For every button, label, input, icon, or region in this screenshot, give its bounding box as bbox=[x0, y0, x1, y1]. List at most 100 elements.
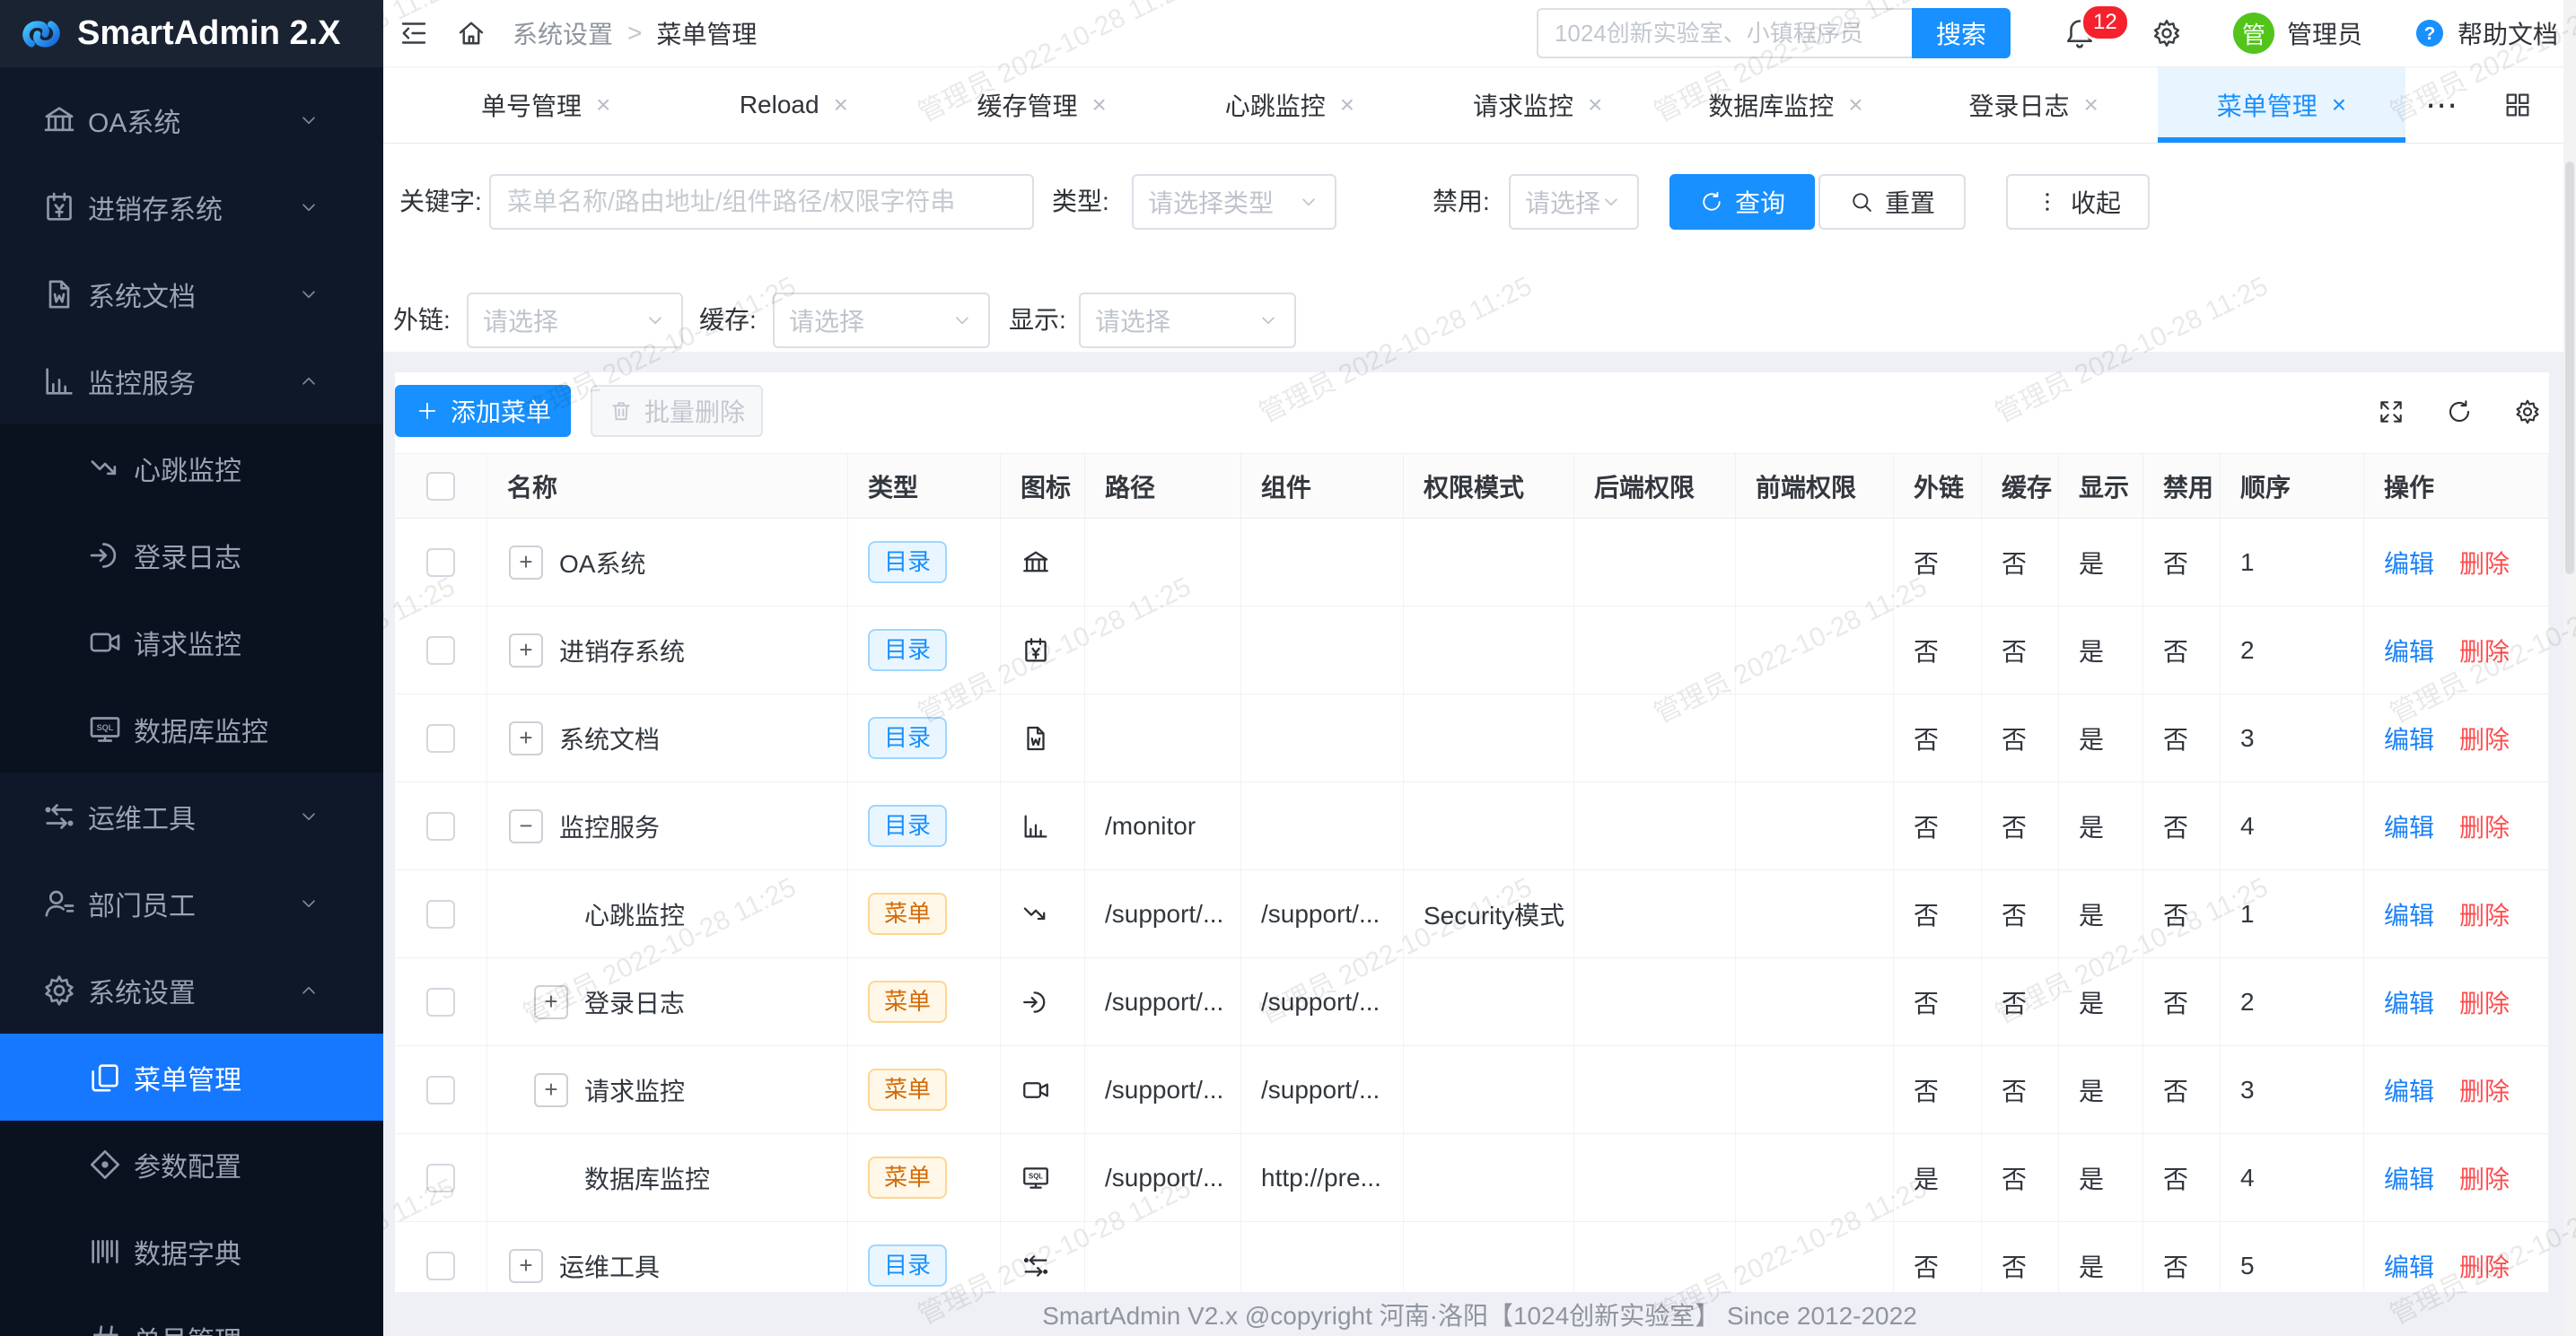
sidebar-item[interactable]: 菜单管理 bbox=[0, 1034, 383, 1121]
sidebar-item[interactable]: 参数配置 bbox=[0, 1121, 383, 1208]
cell-backend-perm bbox=[1574, 958, 1736, 1045]
edit-link[interactable]: 编辑 bbox=[2384, 1072, 2434, 1108]
sidebar-item[interactable]: 单号管理 bbox=[0, 1295, 383, 1336]
add-menu-button[interactable]: 添加菜单 bbox=[395, 385, 571, 437]
tab-close-icon[interactable]: × bbox=[1848, 91, 1862, 119]
help-link[interactable]: 帮助文档 bbox=[2413, 15, 2558, 51]
sidebar-item[interactable]: 请求监控 bbox=[0, 598, 383, 685]
delete-link[interactable]: 删除 bbox=[2459, 808, 2510, 844]
delete-link[interactable]: 删除 bbox=[2459, 1248, 2510, 1284]
delete-link[interactable]: 删除 bbox=[2459, 633, 2510, 668]
edit-link[interactable]: 编辑 bbox=[2384, 545, 2434, 581]
row-expand-toggle[interactable]: − bbox=[509, 809, 543, 843]
row-checkbox[interactable] bbox=[426, 1252, 455, 1280]
edit-link[interactable]: 编辑 bbox=[2384, 1160, 2434, 1196]
fullscreen-icon[interactable] bbox=[2377, 397, 2405, 426]
delete-link[interactable]: 删除 bbox=[2459, 896, 2510, 932]
edit-link[interactable]: 编辑 bbox=[2384, 808, 2434, 844]
row-expand-toggle[interactable]: + bbox=[509, 546, 543, 580]
disabled-select[interactable]: 请选择 bbox=[1509, 174, 1639, 230]
tab[interactable]: 数据库监控 × bbox=[1661, 67, 1909, 143]
query-button[interactable]: 查询 bbox=[1669, 174, 1815, 230]
sidebar-item[interactable]: 数据字典 bbox=[0, 1208, 383, 1295]
sidebar-item[interactable]: 进销存系统 bbox=[0, 163, 383, 250]
row-expand-toggle[interactable]: + bbox=[509, 721, 543, 755]
user-menu[interactable]: 管 管理员 bbox=[2233, 13, 2362, 54]
settings-gear-icon[interactable] bbox=[2151, 17, 2183, 49]
home-icon[interactable] bbox=[455, 17, 487, 49]
notifications[interactable]: 12 bbox=[2063, 16, 2097, 50]
delete-link[interactable]: 删除 bbox=[2459, 1160, 2510, 1196]
tab[interactable]: 菜单管理 × bbox=[2158, 67, 2405, 143]
scrollbar-thumb[interactable] bbox=[2565, 162, 2574, 574]
sidebar-item[interactable]: OA系统 bbox=[0, 76, 383, 163]
delete-link[interactable]: 删除 bbox=[2459, 545, 2510, 581]
tab-close-icon[interactable]: × bbox=[1091, 91, 1106, 119]
tab[interactable]: Reload × bbox=[670, 67, 917, 143]
more-tabs-button[interactable]: ⋯ bbox=[2405, 67, 2477, 143]
row-checkbox[interactable] bbox=[426, 724, 455, 753]
sidebar-item[interactable]: 监控服务 bbox=[0, 337, 383, 424]
row-checkbox[interactable] bbox=[426, 1076, 455, 1105]
tab-layout-button[interactable] bbox=[2477, 67, 2558, 143]
sidebar-item[interactable]: 数据库监控 bbox=[0, 685, 383, 773]
cell-perm-mode bbox=[1404, 519, 1574, 606]
delete-link[interactable]: 删除 bbox=[2459, 720, 2510, 756]
delete-link[interactable]: 删除 bbox=[2459, 1072, 2510, 1108]
sidebar-item[interactable]: 运维工具 bbox=[0, 773, 383, 860]
tab-close-icon[interactable]: × bbox=[596, 91, 610, 119]
row-checkbox[interactable] bbox=[426, 812, 455, 841]
cell-type: 菜单 bbox=[848, 958, 1001, 1045]
sidebar-item[interactable]: 心跳监控 bbox=[0, 424, 383, 511]
keyword-input[interactable] bbox=[489, 174, 1034, 230]
search-input[interactable] bbox=[1537, 8, 1912, 58]
sidebar-item[interactable]: 系统文档 bbox=[0, 250, 383, 337]
tab-close-icon[interactable]: × bbox=[1340, 91, 1354, 119]
edit-link[interactable]: 编辑 bbox=[2384, 1248, 2434, 1284]
edit-link[interactable]: 编辑 bbox=[2384, 720, 2434, 756]
menu-name: 监控服务 bbox=[559, 808, 660, 844]
cell-disabled: 否 bbox=[2143, 607, 2221, 694]
tab-close-icon[interactable]: × bbox=[2083, 91, 2098, 119]
scrollbar[interactable] bbox=[2563, 0, 2576, 1336]
edit-link[interactable]: 编辑 bbox=[2384, 633, 2434, 668]
edit-link[interactable]: 编辑 bbox=[2384, 896, 2434, 932]
collapse-button[interactable]: 收起 bbox=[2006, 174, 2150, 230]
delete-link[interactable]: 删除 bbox=[2459, 984, 2510, 1020]
tab[interactable]: 缓存管理 × bbox=[918, 67, 1166, 143]
select-all-checkbox[interactable] bbox=[426, 472, 455, 501]
external-select[interactable]: 请选择 bbox=[467, 293, 683, 348]
sidebar-item[interactable]: 部门员工 bbox=[0, 860, 383, 947]
reset-button[interactable]: 重置 bbox=[1818, 174, 1966, 230]
visible-select[interactable]: 请选择 bbox=[1079, 293, 1296, 348]
breadcrumb-parent[interactable]: 系统设置 bbox=[513, 15, 613, 51]
edit-link[interactable]: 编辑 bbox=[2384, 984, 2434, 1020]
cache-select[interactable]: 请选择 bbox=[773, 293, 990, 348]
tab[interactable]: 请求监控 × bbox=[1414, 67, 1661, 143]
column-settings-gear-icon[interactable] bbox=[2513, 397, 2542, 426]
row-expand-toggle[interactable]: + bbox=[534, 1073, 568, 1107]
row-expand-toggle[interactable]: + bbox=[534, 985, 568, 1019]
sidebar-item[interactable]: 登录日志 bbox=[0, 511, 383, 598]
row-checkbox[interactable] bbox=[426, 900, 455, 929]
sidebar-item[interactable]: 系统设置 bbox=[0, 947, 383, 1034]
row-expand-toggle[interactable]: + bbox=[509, 1249, 543, 1283]
row-checkbox[interactable] bbox=[426, 548, 455, 577]
search-button[interactable]: 搜索 bbox=[1912, 8, 2011, 58]
row-checkbox[interactable] bbox=[426, 1164, 455, 1192]
tab[interactable]: 单号管理 × bbox=[422, 67, 670, 143]
row-checkbox[interactable] bbox=[426, 988, 455, 1017]
tab[interactable]: 心跳监控 × bbox=[1166, 67, 1414, 143]
sidebar-item-icon bbox=[41, 102, 77, 138]
refresh-icon[interactable] bbox=[2445, 397, 2474, 426]
row-checkbox[interactable] bbox=[426, 636, 455, 665]
batch-delete-button[interactable]: 批量删除 bbox=[591, 385, 763, 437]
tab[interactable]: 登录日志 × bbox=[1910, 67, 2158, 143]
type-select[interactable]: 请选择类型 bbox=[1132, 174, 1336, 230]
tab-close-icon[interactable]: × bbox=[834, 91, 848, 119]
tab-close-icon[interactable]: × bbox=[2332, 91, 2346, 119]
row-expand-toggle[interactable]: + bbox=[509, 633, 543, 668]
menu-fold-icon[interactable] bbox=[398, 17, 430, 49]
type-badge: 目录 bbox=[868, 541, 947, 583]
tab-close-icon[interactable]: × bbox=[1588, 91, 1602, 119]
